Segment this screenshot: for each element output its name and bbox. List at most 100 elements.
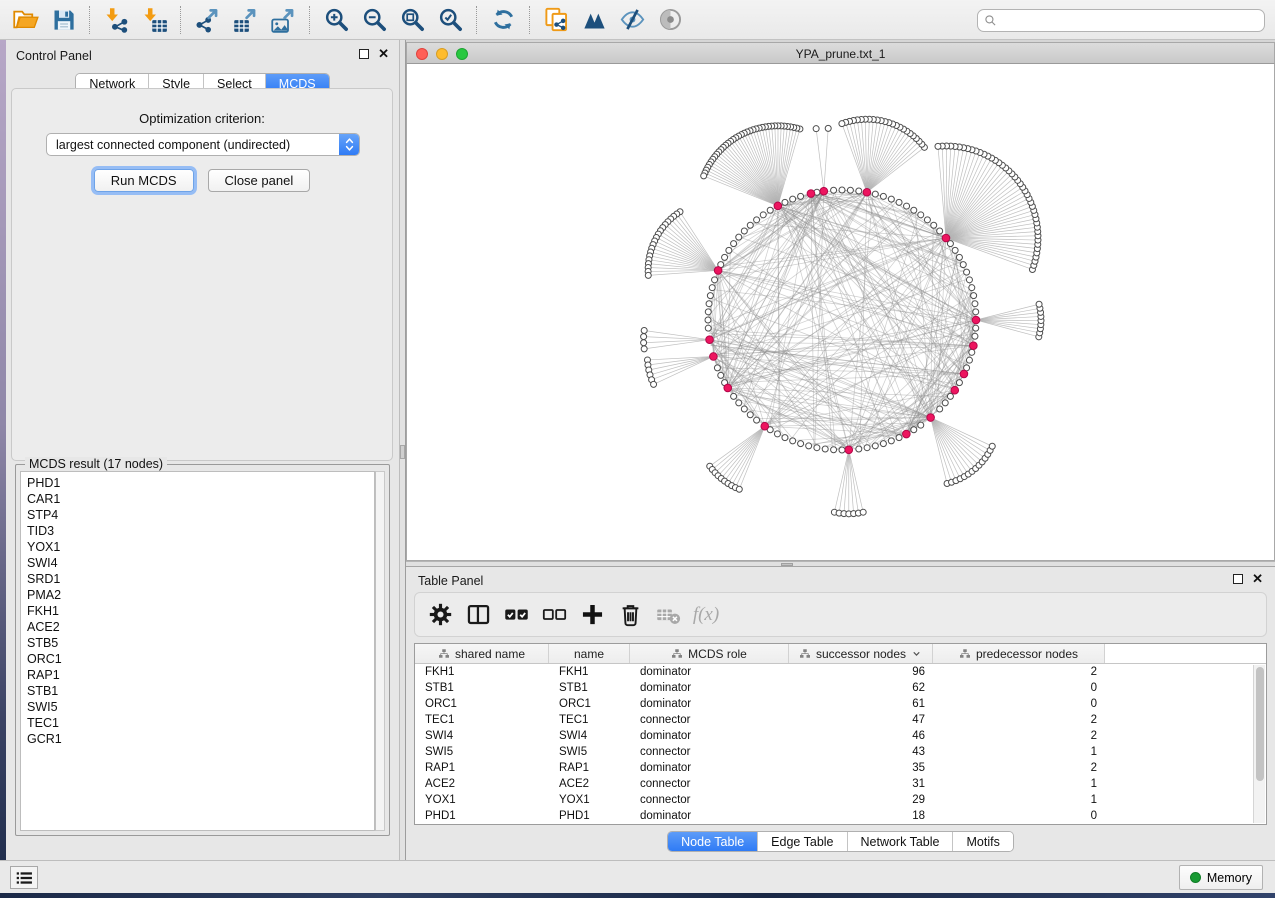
table-row[interactable]: YOX1YOX1connector291 — [415, 792, 1266, 808]
network-node[interactable] — [790, 196, 796, 202]
table-row[interactable]: FKH1FKH1dominator962 — [415, 664, 1266, 680]
mcds-result-item[interactable]: TID3 — [27, 523, 374, 539]
network-node[interactable] — [714, 365, 720, 371]
network-selected-hub-node[interactable] — [714, 267, 722, 275]
network-node[interactable] — [747, 222, 753, 228]
table-row[interactable]: ACE2ACE2connector311 — [415, 776, 1266, 792]
network-node[interactable] — [754, 417, 760, 423]
table-scrollbar[interactable] — [1253, 665, 1265, 823]
network-node[interactable] — [973, 309, 979, 315]
network-node[interactable] — [969, 349, 975, 355]
network-leaf-node[interactable] — [645, 272, 651, 278]
network-node[interactable] — [831, 187, 837, 193]
clone-network-button[interactable] — [537, 3, 575, 37]
network-node[interactable] — [706, 301, 712, 307]
network-node[interactable] — [864, 445, 870, 451]
network-node[interactable] — [856, 446, 862, 452]
mcds-result-item[interactable]: STP4 — [27, 507, 374, 523]
table-tab-node-table[interactable]: Node Table — [668, 832, 758, 851]
network-node[interactable] — [960, 262, 966, 268]
network-selected-hub-node[interactable] — [927, 414, 935, 422]
table-tab-edge-table[interactable]: Edge Table — [758, 832, 847, 851]
network-selected-hub-node[interactable] — [807, 190, 815, 198]
mcds-result-item[interactable]: PHD1 — [27, 475, 374, 491]
network-node[interactable] — [956, 254, 962, 260]
network-node[interactable] — [782, 435, 788, 441]
network-node[interactable] — [705, 317, 711, 323]
network-leaf-node[interactable] — [641, 334, 647, 340]
mcds-result-item[interactable]: YOX1 — [27, 539, 374, 555]
network-node[interactable] — [947, 393, 953, 399]
network-node[interactable] — [911, 207, 917, 213]
network-node[interactable] — [707, 293, 713, 299]
network-node[interactable] — [705, 325, 711, 331]
delete-column-button[interactable] — [613, 598, 647, 632]
splitter-grab-handle[interactable] — [400, 445, 405, 459]
close-panel-button[interactable]: Close panel — [208, 169, 311, 192]
network-selected-hub-node[interactable] — [724, 384, 732, 392]
network-node[interactable] — [774, 431, 780, 437]
network-node[interactable] — [918, 212, 924, 218]
network-node[interactable] — [736, 400, 742, 406]
network-node[interactable] — [760, 212, 766, 218]
network-node[interactable] — [731, 393, 737, 399]
splitter-grab-handle[interactable] — [781, 563, 793, 566]
network-leaf-node[interactable] — [813, 126, 819, 132]
table-scrollbar-thumb[interactable] — [1256, 667, 1264, 781]
network-node[interactable] — [705, 309, 711, 315]
mcds-result-item[interactable]: PMA2 — [27, 587, 374, 603]
network-node[interactable] — [790, 438, 796, 444]
mcds-result-item[interactable]: STB1 — [27, 683, 374, 699]
deselect-all-rows-button[interactable] — [537, 598, 571, 632]
network-node[interactable] — [767, 207, 773, 213]
add-column-button[interactable] — [575, 598, 609, 632]
vertical-splitter[interactable] — [399, 40, 406, 860]
network-node[interactable] — [872, 443, 878, 449]
network-leaf-node[interactable] — [651, 381, 657, 387]
network-node[interactable] — [896, 435, 902, 441]
network-node[interactable] — [888, 196, 894, 202]
network-node[interactable] — [709, 285, 715, 291]
network-node[interactable] — [937, 406, 943, 412]
network-selected-hub-node[interactable] — [710, 353, 718, 361]
mcds-result-list[interactable]: PHD1CAR1STP4TID3YOX1SWI4SRD1PMA2FKH1ACE2… — [20, 471, 375, 831]
select-all-rows-button[interactable] — [499, 598, 533, 632]
network-node[interactable] — [839, 187, 845, 193]
network-leaf-node[interactable] — [825, 125, 831, 131]
network-node[interactable] — [972, 333, 978, 339]
column-header-successor-nodes[interactable]: successor nodes — [789, 644, 933, 663]
network-node[interactable] — [726, 247, 732, 253]
network-selected-hub-node[interactable] — [863, 188, 871, 196]
zoom-fit-button[interactable] — [393, 3, 431, 37]
network-leaf-node[interactable] — [641, 346, 647, 352]
network-selected-hub-node[interactable] — [960, 370, 968, 378]
network-node[interactable] — [741, 228, 747, 234]
column-header-predecessor-nodes[interactable]: predecessor nodes — [933, 644, 1105, 663]
network-node[interactable] — [798, 193, 804, 199]
network-leaf-node[interactable] — [989, 443, 995, 449]
network-selected-hub-node[interactable] — [820, 187, 828, 195]
network-leaf-node[interactable] — [701, 173, 707, 179]
network-node[interactable] — [972, 301, 978, 307]
network-node[interactable] — [969, 285, 975, 291]
table-row[interactable]: SWI5SWI5connector431 — [415, 744, 1266, 760]
column-header-shared-name[interactable]: shared name — [415, 644, 549, 663]
mcds-result-item[interactable]: SRD1 — [27, 571, 374, 587]
network-node[interactable] — [822, 446, 828, 452]
network-selected-hub-node[interactable] — [903, 430, 911, 438]
show-panels-button[interactable] — [651, 3, 689, 37]
search-box[interactable] — [977, 9, 1265, 32]
table-options-gear-button[interactable] — [423, 598, 457, 632]
network-selected-hub-node[interactable] — [970, 342, 978, 350]
table-row[interactable]: STB1STB1dominator620 — [415, 680, 1266, 696]
network-leaf-node[interactable] — [860, 509, 866, 515]
network-node[interactable] — [971, 293, 977, 299]
network-selected-hub-node[interactable] — [845, 446, 853, 454]
close-panel-icon[interactable]: ✕ — [378, 49, 389, 59]
network-node[interactable] — [831, 447, 837, 453]
network-leaf-node[interactable] — [736, 486, 742, 492]
network-node[interactable] — [966, 277, 972, 283]
network-node[interactable] — [747, 412, 753, 418]
network-node[interactable] — [718, 372, 724, 378]
network-node[interactable] — [888, 438, 894, 444]
